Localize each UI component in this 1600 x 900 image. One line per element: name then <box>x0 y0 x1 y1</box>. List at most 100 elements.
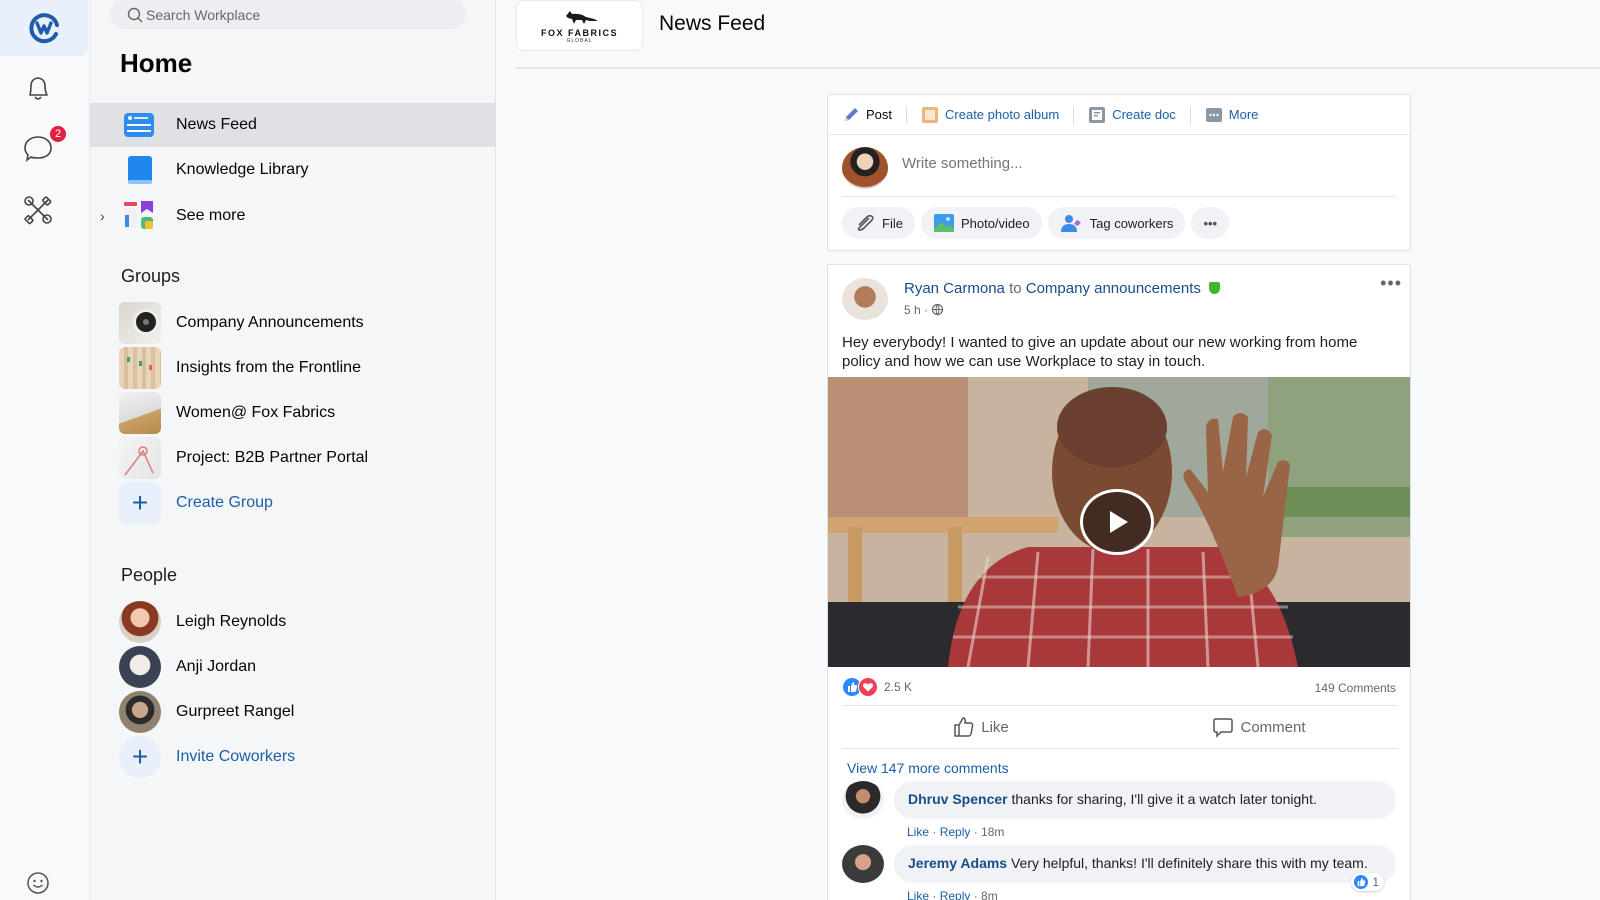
paperclip-icon <box>857 214 874 231</box>
group-item[interactable]: Project: B2B Partner Portal <box>90 436 496 480</box>
group-thumbnail <box>119 347 161 389</box>
sidebar: Search Workplace Home News Feed Knowledg… <box>90 0 496 900</box>
composer-attachments: File Photo/video Tag coworkers ••• <box>842 207 1230 239</box>
chevron-right-icon[interactable]: › <box>100 208 105 224</box>
tag-people-icon <box>1060 215 1081 232</box>
thumbs-up-icon <box>954 717 974 737</box>
invite-coworkers-label: Invite Coworkers <box>176 748 296 765</box>
write-something-input[interactable] <box>902 155 1382 172</box>
group-label: Company Announcements <box>176 314 364 331</box>
comment-author-link[interactable]: Jeremy Adams <box>908 855 1007 871</box>
invite-coworkers-button[interactable]: + Invite Coworkers <box>90 735 496 779</box>
post-options-button[interactable]: ••• <box>1380 273 1402 294</box>
comment-bubble: Dhruv Spencer thanks for sharing, I'll g… <box>894 781 1396 819</box>
avatar[interactable] <box>842 278 888 320</box>
search-input[interactable]: Search Workplace <box>110 0 466 29</box>
tools-icon[interactable] <box>20 192 56 228</box>
comment-like-link[interactable]: Like <box>907 825 929 839</box>
photo-album-icon <box>922 106 939 123</box>
post-video[interactable] <box>828 377 1410 667</box>
search-icon <box>127 7 143 22</box>
person-item[interactable]: Leigh Reynolds <box>90 600 496 644</box>
chat-bubble-icon[interactable]: 2 <box>20 124 68 166</box>
group-item[interactable]: Insights from the Frontline <box>90 346 496 390</box>
like-reaction-icon <box>1353 874 1370 890</box>
home-title: Home <box>120 48 193 78</box>
comment-bubble: Jeremy Adams Very helpful, thanks! I'll … <box>894 845 1396 883</box>
tab-create-doc[interactable]: Create doc <box>1073 105 1190 124</box>
post-time: 5 h · <box>904 303 929 317</box>
workplace-logo-icon[interactable] <box>0 0 88 56</box>
view-more-comments-link[interactable]: View 147 more comments <box>847 760 1009 776</box>
create-group-label: Create Group <box>176 494 273 511</box>
group-item[interactable]: Company Announcements <box>90 301 496 345</box>
globe-icon <box>932 303 944 316</box>
comment-author-link[interactable]: Dhruv Spencer <box>908 791 1008 807</box>
post-author-link[interactable]: Ryan Carmona <box>904 280 1005 297</box>
apps-icon <box>124 201 153 229</box>
fox-icon <box>565 10 598 24</box>
avatar <box>119 601 161 643</box>
bell-icon[interactable] <box>20 70 56 106</box>
avatar[interactable] <box>842 845 884 883</box>
write-row <box>842 147 1396 197</box>
comment-reply-link[interactable]: Reply <box>940 825 971 839</box>
avatar <box>842 147 888 189</box>
chat-unread-badge: 2 <box>48 124 68 144</box>
create-group-button[interactable]: + Create Group <box>90 481 496 525</box>
tab-more[interactable]: More <box>1189 105 1273 124</box>
comment-reaction-badge[interactable]: 1 <box>1351 873 1384 891</box>
group-thumbnail <box>119 392 161 434</box>
brand-name: FOX FABRICS <box>540 27 618 38</box>
comment-actions: Like · Reply · 8m <box>907 889 998 900</box>
tag-coworkers-button[interactable]: Tag coworkers <box>1047 207 1186 239</box>
comment-text: Very helpful, thanks! I'll definitely sh… <box>1010 855 1368 871</box>
person-name: Leigh Reynolds <box>176 613 287 630</box>
more-options-button[interactable]: ••• <box>1191 207 1230 239</box>
search-placeholder: Search Workplace <box>146 6 261 23</box>
group-label: Women@ Fox Fabrics <box>176 404 336 421</box>
doc-icon <box>1089 106 1106 123</box>
comment-icon <box>1213 718 1234 738</box>
tab-post[interactable]: Post <box>842 106 906 124</box>
comment-button[interactable]: Comment <box>1120 706 1398 748</box>
people-heading: People <box>121 565 178 585</box>
person-item[interactable]: Gurpreet Rangel <box>90 690 496 734</box>
like-button[interactable]: Like <box>842 706 1120 748</box>
company-logo[interactable]: FOX FABRICS GLOBAL <box>516 0 643 51</box>
sidebar-item-see-more[interactable]: › See more <box>90 194 496 238</box>
avatar <box>119 691 161 733</box>
page-title: News Feed <box>659 12 766 35</box>
post-header: Ryan Carmona to Company announcements <box>904 280 1221 297</box>
comment-like-link[interactable]: Like <box>907 889 929 900</box>
sidebar-item-label: News Feed <box>176 116 257 133</box>
verified-shield-icon <box>1209 282 1221 294</box>
group-item[interactable]: Women@ Fox Fabrics <box>90 391 496 435</box>
photo-video-button[interactable]: Photo/video <box>920 207 1042 239</box>
plus-icon: + <box>119 482 161 524</box>
comment-reply-link[interactable]: Reply <box>940 889 971 900</box>
left-rail: 2 <box>0 0 90 900</box>
comments-count-link[interactable]: 149 Comments <box>1315 681 1396 695</box>
photo-icon <box>933 214 954 232</box>
sidebar-item-knowledge-library[interactable]: Knowledge Library <box>90 148 496 192</box>
smiley-icon[interactable] <box>25 870 51 896</box>
tab-create-photo-album[interactable]: Create photo album <box>906 105 1073 124</box>
more-icon <box>1205 107 1222 122</box>
sidebar-item-label: Knowledge Library <box>176 161 309 178</box>
group-label: Project: B2B Partner Portal <box>176 449 369 466</box>
group-thumbnail <box>119 437 161 479</box>
person-item[interactable]: Anji Jordan <box>90 645 496 689</box>
pencil-icon <box>845 107 858 121</box>
comment-time: 18m <box>981 825 1005 839</box>
avatar[interactable] <box>842 781 884 819</box>
reactions-summary[interactable]: 2.5 K <box>842 677 912 697</box>
sidebar-item-news-feed[interactable]: News Feed <box>90 103 496 147</box>
post-group-link[interactable]: Company announcements <box>1026 280 1201 297</box>
book-icon <box>128 156 152 184</box>
sidebar-item-label: See more <box>176 207 246 224</box>
file-button[interactable]: File <box>842 207 915 239</box>
groups-heading: Groups <box>121 266 181 286</box>
play-button[interactable] <box>1080 489 1154 555</box>
post-actions: Like Comment <box>842 705 1398 749</box>
